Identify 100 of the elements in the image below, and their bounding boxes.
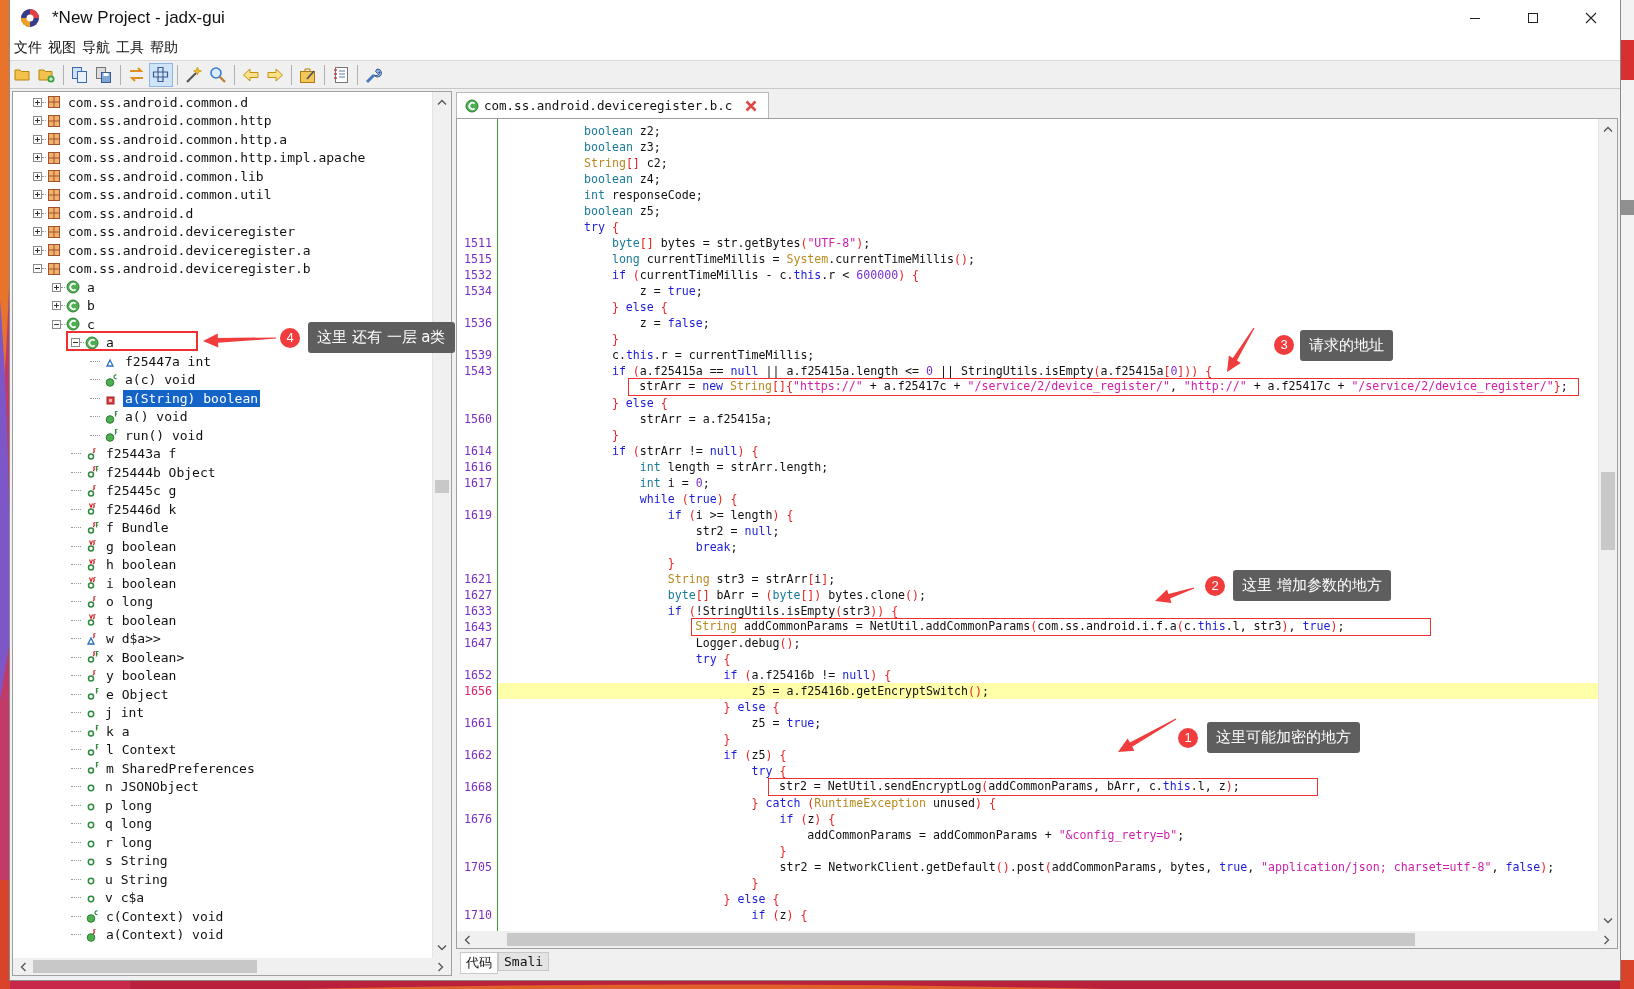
expand-icon[interactable]	[33, 153, 42, 163]
tree-item[interactable]: b	[85, 297, 97, 315]
tree-item[interactable]: x Boolean>	[104, 648, 187, 666]
tab-label[interactable]: com.ss.android.deviceregister.b.c	[484, 98, 733, 113]
tree-item[interactable]: a(String) boolean	[123, 389, 261, 407]
expand-icon[interactable]	[33, 116, 42, 126]
expand-icon[interactable]	[33, 227, 42, 237]
collapse-icon[interactable]	[33, 264, 42, 274]
scrollbar[interactable]	[1598, 119, 1617, 931]
tree-item[interactable]: com.ss.android.common.http	[66, 112, 274, 130]
code-line: z5 = a.f25416b.getEncryptSwitch();	[751, 684, 989, 698]
code-line: addCommonParams = addCommonParams + "&config_retry=b";	[807, 828, 1185, 842]
scrollbar[interactable]	[457, 931, 1617, 948]
tree-item[interactable]: com.ss.android.common.d	[66, 93, 250, 111]
view-tab[interactable]: Smali	[498, 952, 550, 971]
menu-item[interactable]: 帮助	[148, 39, 182, 57]
tree-item[interactable]: g boolean	[104, 537, 179, 555]
scrollbar-thumb[interactable]	[1601, 472, 1615, 550]
tree-item[interactable]: com.ss.android.d	[66, 204, 196, 222]
tree-item[interactable]: n JSONObject	[103, 778, 201, 796]
class-icon	[66, 317, 80, 332]
menu-item[interactable]: 工具	[114, 39, 148, 57]
tree-item[interactable]: run() void	[123, 426, 206, 444]
expand-icon[interactable]	[33, 97, 42, 107]
tree-item[interactable]: com.ss.android.common.lib	[66, 167, 266, 185]
tree-item[interactable]: f25443a f	[104, 445, 179, 463]
expand-icon[interactable]	[52, 282, 61, 292]
expand-icon[interactable]	[33, 190, 42, 200]
collapse-icon[interactable]	[52, 319, 61, 329]
expand-icon[interactable]	[33, 245, 42, 255]
grid-icon[interactable]	[149, 62, 173, 87]
tree-item[interactable]: f25445c g	[104, 482, 179, 500]
tree-item[interactable]: f25447a int	[123, 352, 214, 370]
code-line: z5 = true;	[751, 716, 822, 730]
tree-item[interactable]: s String	[103, 852, 170, 870]
code-line: try {	[751, 764, 787, 778]
field-icon	[85, 724, 99, 739]
tree-item[interactable]: a() void	[123, 408, 190, 426]
tree-item[interactable]: r long	[103, 833, 154, 851]
menu-item[interactable]: 导航	[80, 39, 114, 57]
tree-item[interactable]: c	[85, 315, 97, 333]
scrollbar-thumb[interactable]	[33, 960, 257, 973]
menu-item[interactable]: 文件	[12, 39, 46, 57]
tree-item[interactable]: com.ss.android.common.http.a	[66, 130, 290, 148]
tree-item[interactable]: a(c) void	[123, 371, 198, 389]
editor-tab[interactable]: com.ss.android.deviceregister.b.c	[456, 92, 770, 118]
field-icon	[85, 483, 99, 498]
tree-item[interactable]: k a	[104, 722, 132, 740]
tree-item[interactable]: f Bundle	[104, 519, 171, 537]
tree-item[interactable]: f25446d k	[104, 500, 179, 518]
scrollbar[interactable]	[13, 958, 451, 975]
expand-icon[interactable]	[33, 208, 42, 218]
tree-item[interactable]: com.ss.android.common.http.impl.apache	[66, 149, 368, 167]
tree-item[interactable]: t boolean	[104, 611, 179, 629]
tree-item[interactable]: a	[85, 278, 97, 296]
chevron-down-icon	[1603, 917, 1613, 925]
tree-item[interactable]: e Object	[104, 685, 171, 703]
code-line: byte[] bArr = (byte[]) bytes.clone();	[667, 588, 927, 602]
line-number: 1643	[464, 620, 492, 634]
code-line: try {	[584, 220, 619, 234]
field-icon	[85, 668, 99, 683]
package-icon	[47, 113, 61, 128]
code-line: if (z5) {	[723, 748, 787, 762]
method-icon	[85, 927, 99, 942]
code-line: strArr = new String[]{"https://" + a.f25417c + "/service/2/device_register/", "http://" + a.f25417c + "/service/2/device_register/"};	[639, 379, 1568, 393]
tree-item[interactable]: m SharedPreferences	[104, 759, 257, 777]
chevron-up-icon	[437, 98, 447, 106]
tree-item[interactable]: com.ss.android.deviceregister	[66, 223, 297, 241]
expand-icon[interactable]	[33, 171, 42, 181]
tree-item[interactable]: j int	[103, 704, 147, 722]
tree-item[interactable]: l Context	[104, 741, 179, 759]
scrollbar[interactable]	[432, 92, 451, 958]
tree-item[interactable]: com.ss.android.deviceregister.b	[66, 260, 313, 278]
code-line: byte[] bytes = str.getBytes("UTF-8");	[611, 236, 871, 250]
tree-item[interactable]: i boolean	[104, 574, 179, 592]
code-line: if (a.f25416b != null) {	[723, 668, 892, 682]
chevron-right-icon	[1603, 934, 1611, 945]
tree-item[interactable]: com.ss.android.deviceregister.a	[66, 241, 313, 259]
tree-item[interactable]: h boolean	[104, 556, 179, 574]
scrollbar-thumb[interactable]	[435, 480, 449, 493]
expand-icon[interactable]	[52, 301, 61, 311]
tree-item[interactable]: o long	[104, 593, 155, 611]
tree-item[interactable]: y boolean	[104, 667, 179, 685]
tree-item[interactable]: c(Context) void	[104, 907, 226, 925]
collapse-icon[interactable]	[71, 338, 80, 348]
menu-item[interactable]: 视图	[46, 39, 80, 57]
method-icon	[104, 372, 118, 387]
expand-icon[interactable]	[33, 134, 42, 144]
tree-item[interactable]: a(Context) void	[104, 926, 226, 944]
tree-item[interactable]: v c$a	[103, 889, 147, 907]
tree-item[interactable]: com.ss.android.common.util	[66, 186, 274, 204]
tree-item[interactable]: q long	[103, 815, 154, 833]
close-icon	[1585, 12, 1597, 24]
view-tab[interactable]: 代码	[460, 952, 498, 974]
tree-item[interactable]: p long	[103, 796, 154, 814]
scrollbar-thumb[interactable]	[507, 933, 1415, 946]
tree-item[interactable]: f25444b Object	[104, 463, 218, 481]
tree-item[interactable]: a	[104, 334, 116, 352]
tree-item[interactable]: w d$a>>	[104, 630, 163, 648]
tree-item[interactable]: u String	[103, 870, 170, 888]
